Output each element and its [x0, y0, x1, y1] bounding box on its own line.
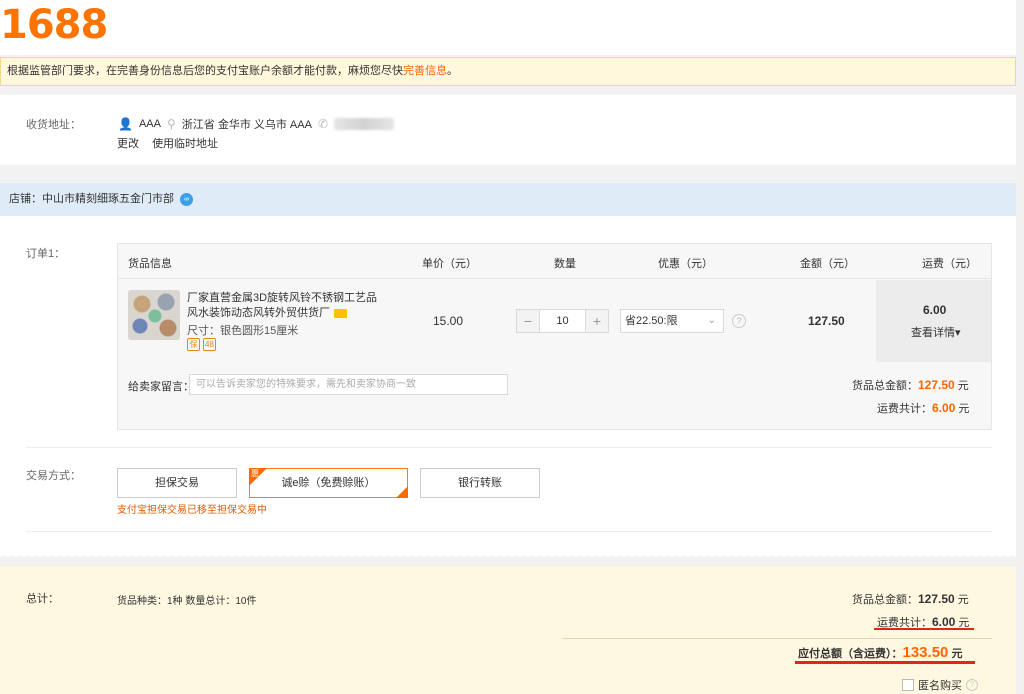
discount-select[interactable]: 省22.50:限 ⌄ [620, 309, 724, 333]
red-underline [795, 661, 975, 664]
card-icon [334, 308, 347, 318]
complete-info-link[interactable]: 完善信息 [403, 65, 447, 77]
site-logo[interactable]: 1688 [0, 2, 108, 48]
header [0, 0, 1024, 55]
product-name[interactable]: 厂家直营金属3D旋转风铃不锈钢工艺品风水装饰动态风转外贸供货厂 [187, 291, 387, 321]
th-quantity: 数量 [554, 258, 576, 270]
receiver-location: 浙江省 金华市 义乌市 AAA [181, 119, 312, 131]
notice-text: 根据监管部门要求，在完善身份信息后您的支付宝账户余额才能付款，麻烦您尽快 [7, 65, 403, 77]
phone-number-blurred [334, 118, 395, 130]
payment-label: 交易方式： [26, 470, 81, 482]
phone-icon: ✆ [317, 117, 329, 131]
shipping-total-value: 6.00 [932, 401, 956, 415]
address-actions: 更改 使用临时地址 [117, 135, 228, 151]
message-label: 给卖家留言： [128, 381, 194, 393]
payment-note: 支付宝担保交易已移至担保交易中 [117, 505, 267, 516]
unit-price: 15.00 [433, 314, 464, 328]
goods-total-label: 货品总金额： [852, 380, 918, 392]
shipping-cell [876, 280, 991, 362]
product-badges: 保 48 [187, 338, 216, 351]
receiver-name: AAA [138, 118, 161, 130]
change-address-link[interactable]: 更改 [117, 138, 139, 150]
th-discount: 优惠（元） [658, 258, 713, 270]
chat-icon[interactable]: ∞ [180, 192, 193, 206]
shipping-detail-link[interactable]: 查看详情▾ [911, 324, 961, 340]
total-info: 货品种类：1种 数量总计：10件 [117, 596, 257, 607]
decrease-button[interactable]: − [517, 310, 539, 332]
address-label: 收货地址： [26, 119, 81, 131]
goods-total-value: 127.50 [918, 378, 955, 392]
total-label: 总计： [26, 593, 59, 605]
table-header: 货品信息 单价（元） 数量 优惠（元） 金额（元） 运费（元） [118, 244, 991, 279]
shipping-total-label: 运费共计： [877, 403, 932, 415]
payable-value: 133.50 [902, 644, 949, 661]
order-shipping-total: 运费共计：6.00 元 [877, 400, 969, 416]
total-goods-label: 货品总金额： [852, 594, 918, 606]
row-shipping: 6.00 [923, 303, 947, 317]
bank-transfer-option[interactable]: 银行转账 [420, 468, 540, 498]
currency: 元 [957, 594, 969, 606]
anonymous-label[interactable]: 匿名购买 [918, 677, 962, 693]
th-goods: 货品信息 [128, 258, 172, 270]
anonymous-purchase[interactable]: 匿名购买? [902, 677, 978, 693]
product-thumbnail[interactable] [128, 290, 180, 340]
increase-button[interactable]: + [586, 310, 608, 332]
help-icon[interactable]: ? [732, 314, 746, 328]
help-icon[interactable]: ? [966, 679, 978, 691]
divider [26, 531, 992, 532]
address-line: 👤 AAA ⚲ 浙江省 金华市 义乌市 AAA ✆ [118, 116, 395, 132]
notice-tail: 。 [447, 65, 458, 77]
temporary-address-link[interactable]: 使用临时地址 [152, 138, 218, 150]
currency: 元 [958, 403, 970, 415]
total-goods-value: 127.50 [918, 592, 955, 606]
divider [26, 447, 992, 448]
discount-value: 省22.50:限 [625, 315, 678, 327]
quantity-stepper: − 10 + [516, 309, 609, 333]
th-amount: 金额（元） [800, 258, 855, 270]
divider [562, 638, 992, 639]
48h-badge: 48 [203, 338, 216, 351]
payable-total: 应付总额（含运费）：133.50 元 [798, 644, 962, 661]
location-pin-icon: ⚲ [166, 117, 176, 131]
row-amount: 127.50 [808, 314, 845, 328]
person-icon: 👤 [118, 117, 133, 131]
order-goods-total: 货品总金额：127.50 元 [852, 377, 969, 393]
store-header: 店铺：中山市精刻细琢五金门市部 ∞ [0, 183, 1016, 216]
credit-option[interactable]: 诚e赊（免费赊账） [249, 468, 408, 498]
scrollbar-track[interactable] [1016, 0, 1024, 694]
payable-label: 应付总额（含运费）： [798, 648, 903, 660]
identity-notice: 根据监管部门要求，在完善身份信息后您的支付宝账户余额才能付款，麻烦您尽快完善信息… [0, 57, 1016, 86]
currency: 元 [957, 380, 969, 392]
product-spec: 尺寸：银色圆形15厘米 [187, 325, 299, 337]
quantity-input[interactable]: 10 [539, 310, 586, 332]
th-shipping: 运费（元） [922, 258, 977, 270]
seller-message-input[interactable]: 可以告诉卖家您的特殊要求，需先和卖家协商一致 [189, 374, 508, 395]
store-name[interactable]: 店铺：中山市精刻细琢五金门市部 [9, 193, 174, 205]
red-underline [874, 628, 974, 630]
anonymous-checkbox[interactable] [902, 679, 914, 691]
total-section [0, 566, 1016, 694]
escrow-trade-option[interactable]: 担保交易 [117, 468, 237, 498]
product-name-text[interactable]: 厂家直营金属3D旋转风铃不锈钢工艺品风水装饰动态风转外贸供货厂 [187, 292, 377, 319]
total-shipping-value: 6.00 [932, 615, 956, 629]
promo-tag: 惠 [251, 469, 259, 478]
order-label: 订单1： [26, 248, 66, 260]
total-goods: 货品总金额：127.50 元 [852, 591, 969, 607]
selected-check-icon [396, 486, 408, 498]
guarantee-badge: 保 [187, 338, 200, 351]
th-unit-price: 单价（元） [422, 258, 477, 270]
zigzag-edge [0, 552, 1016, 560]
currency: 元 [951, 648, 963, 660]
chevron-down-icon: ⌄ [707, 315, 716, 326]
